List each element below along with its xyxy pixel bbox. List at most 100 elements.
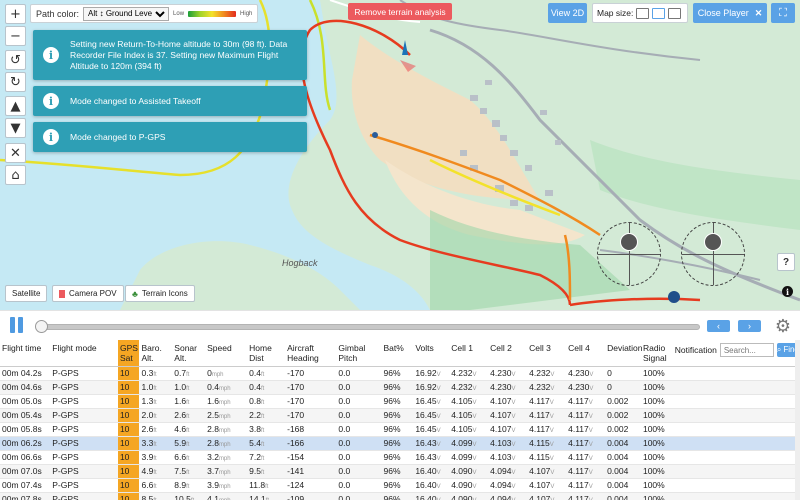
tilt-up-button[interactable]: ▲ — [5, 96, 26, 116]
cell-notification — [672, 394, 795, 409]
search-input[interactable] — [719, 343, 774, 357]
cell-flight-mode: P-GPS — [50, 450, 118, 465]
cell-deviation: 0.004 — [605, 492, 641, 500]
fullscreen-button[interactable]: ⛶ — [771, 3, 795, 23]
unit-label: V — [549, 428, 554, 434]
gear-icon[interactable]: ⚙ — [773, 316, 793, 337]
table-row[interactable]: 00m 07.0s P-GPS 10 4.9ft 7.5ft 3.7mph 9.5ft -14… — [0, 464, 795, 479]
home-button[interactable]: ⌂ — [5, 165, 26, 185]
tree-icon: ♣ — [132, 288, 138, 299]
cell-speed: 3.2mph — [205, 450, 248, 465]
map-info-icon[interactable]: i — [782, 286, 793, 297]
col-bat[interactable]: Bat% — [381, 340, 414, 367]
cell-cell3: 4.117V — [527, 408, 567, 423]
col-flight-time[interactable]: Flight time — [0, 340, 51, 367]
table-row[interactable]: 00m 06.6s P-GPS 10 3.9ft 6.6ft 3.2mph 7.2ft -15… — [0, 450, 795, 465]
help-button[interactable]: ? — [777, 253, 795, 271]
cell-cell2: 4.107V — [488, 408, 528, 423]
table-row[interactable]: 00m 05.8s P-GPS 10 2.6ft 4.6ft 2.8mph 3.8ft -16… — [0, 422, 795, 437]
zoom-in-button[interactable]: + — [5, 4, 26, 24]
tilt-down-button[interactable]: ▼ — [5, 118, 26, 138]
cell-home-dist: 0.8ft — [247, 394, 286, 409]
cell-cell2: 4.107V — [488, 394, 528, 409]
cell-sonar-alt: 2.6ft — [172, 408, 206, 423]
cell-radio-signal: 100% — [640, 394, 673, 409]
col-cell1[interactable]: Cell 1 — [449, 340, 489, 367]
map-size-large-icon[interactable] — [668, 7, 682, 19]
cell-flight-mode: P-GPS — [50, 380, 118, 395]
table-row[interactable]: 00m 04.2s P-GPS 10 0.3ft 0.7ft 0mph 0.4ft -170 0… — [0, 366, 795, 381]
col-sonar-alt[interactable]: Sonar Alt. — [172, 340, 206, 367]
unit-label: V — [436, 414, 441, 420]
col-cell3[interactable]: Cell 3 — [527, 340, 567, 367]
table-row[interactable]: 00m 07.8sP-GPS108.5ft10.5ft4.1mph14.1ft-… — [0, 492, 795, 500]
col-baro-alt[interactable]: Baro. Alt. — [139, 340, 173, 367]
step-back-button[interactable]: ‹ — [707, 320, 730, 332]
table-row[interactable]: 00m 05.4s P-GPS 10 2.0ft 2.6ft 2.5mph 2.2ft -17… — [0, 408, 795, 423]
notification-header: Notification — [674, 345, 717, 355]
pause-button[interactable] — [10, 317, 24, 333]
cell-flight-mode: P-GPS — [50, 478, 118, 493]
col-aircraft-heading[interactable]: Aircraft Heading — [285, 340, 337, 367]
close-player-button[interactable]: Close Player ✕ — [693, 3, 767, 23]
col-home-dist[interactable]: Home Dist — [247, 340, 286, 367]
col-deviation[interactable]: Deviation — [605, 340, 643, 367]
path-color-select[interactable]: Alt ↕ Ground Level — [83, 6, 170, 21]
timeline-handle[interactable] — [35, 320, 48, 333]
cell-notification — [672, 450, 795, 465]
rotate-left-button[interactable]: ↺ — [5, 50, 26, 70]
notification-toast[interactable]: i Mode changed to P-GPS — [33, 122, 307, 152]
place-label: Hogback — [282, 258, 318, 268]
flight-map[interactable]: + − ↺ ↻ ▲ ▼ ✕ ⌂ Path color: Alt ↕ Ground… — [0, 0, 800, 310]
cell-cell1: 4.232V — [449, 380, 489, 395]
cell-flight-time: 00m 07.8s — [0, 492, 51, 500]
cell-aircraft-heading: -170 — [285, 408, 337, 423]
terrain-icons-button[interactable]: ♣ Terrain Icons — [125, 285, 195, 302]
map-size-medium-icon[interactable] — [652, 7, 666, 19]
table-row[interactable]: 00m 05.0s P-GPS 10 1.3ft 1.6ft 1.6mph 0.8ft -17… — [0, 394, 795, 409]
cell-flight-time: 00m 07.4s — [0, 478, 51, 493]
notification-toast[interactable]: i Mode changed to Assisted Takeoff — [33, 86, 307, 116]
cell-cell2: 4.103V — [488, 450, 528, 465]
col-speed[interactable]: Speed — [205, 340, 248, 367]
step-forward-button[interactable]: › — [738, 320, 761, 332]
unit-label: ft — [153, 470, 157, 476]
cell-deviation: 0.004 — [605, 478, 641, 493]
cell-deviation: 0.002 — [605, 408, 641, 423]
notification-toast[interactable]: i Setting new Return-To-Home altitude to… — [33, 30, 307, 80]
view-2d-button[interactable]: View 2D — [548, 3, 587, 23]
map-size-label: Map size: — [597, 8, 634, 18]
unit-label: V — [472, 442, 477, 448]
map-size-small-icon[interactable] — [636, 7, 650, 19]
rotate-right-button[interactable]: ↻ — [5, 72, 26, 92]
cell-gps-sat: 10 — [117, 422, 140, 437]
col-volts[interactable]: Volts — [413, 340, 450, 367]
cell-radio-signal: 100% — [640, 492, 673, 500]
col-radio-signal[interactable]: Radio Signal — [640, 340, 673, 367]
table-row[interactable]: 00m 04.6s P-GPS 10 1.0ft 1.0ft 0.4mph 0.4ft -17… — [0, 380, 795, 395]
table-row[interactable]: 00m 07.4s P-GPS 10 6.6ft 8.9ft 3.9mph 11.8ft -1… — [0, 478, 795, 493]
table-row[interactable]: 00m 06.2s P-GPS 10 3.3ft 5.9ft 2.8mph 5.4ft -16… — [0, 436, 795, 451]
col-flight-mode[interactable]: Flight mode — [50, 340, 118, 367]
cell-cell1: 4.099V — [449, 450, 489, 465]
col-gimbal-pitch[interactable]: Gimbal Pitch — [336, 340, 382, 367]
timeline-slider[interactable] — [40, 324, 700, 330]
zoom-out-button[interactable]: − — [5, 26, 26, 46]
cell-volts: 16.40V — [413, 492, 450, 500]
unit-label: V — [589, 386, 594, 392]
reset-view-button[interactable]: ✕ — [5, 143, 26, 163]
unit-label: V — [472, 470, 477, 476]
unit-label: V — [589, 372, 594, 378]
col-cell2[interactable]: Cell 2 — [488, 340, 528, 367]
satellite-button[interactable]: Satellite — [5, 285, 48, 302]
col-cell4[interactable]: Cell 4 — [566, 340, 606, 367]
col-gps-sat[interactable]: GPS Sat — [117, 340, 140, 367]
unit-label: mph — [218, 400, 231, 406]
cell-cell2: 4.230V — [488, 380, 528, 395]
remove-terrain-analysis-button[interactable]: Remove terrain analysis — [348, 3, 452, 20]
cell-radio-signal: 100% — [640, 478, 673, 493]
info-icon: i — [43, 129, 59, 145]
camera-pov-button[interactable]: Camera POV — [52, 285, 124, 302]
table-scrollbar[interactable] — [795, 340, 800, 500]
unit-label: ft — [186, 442, 190, 448]
